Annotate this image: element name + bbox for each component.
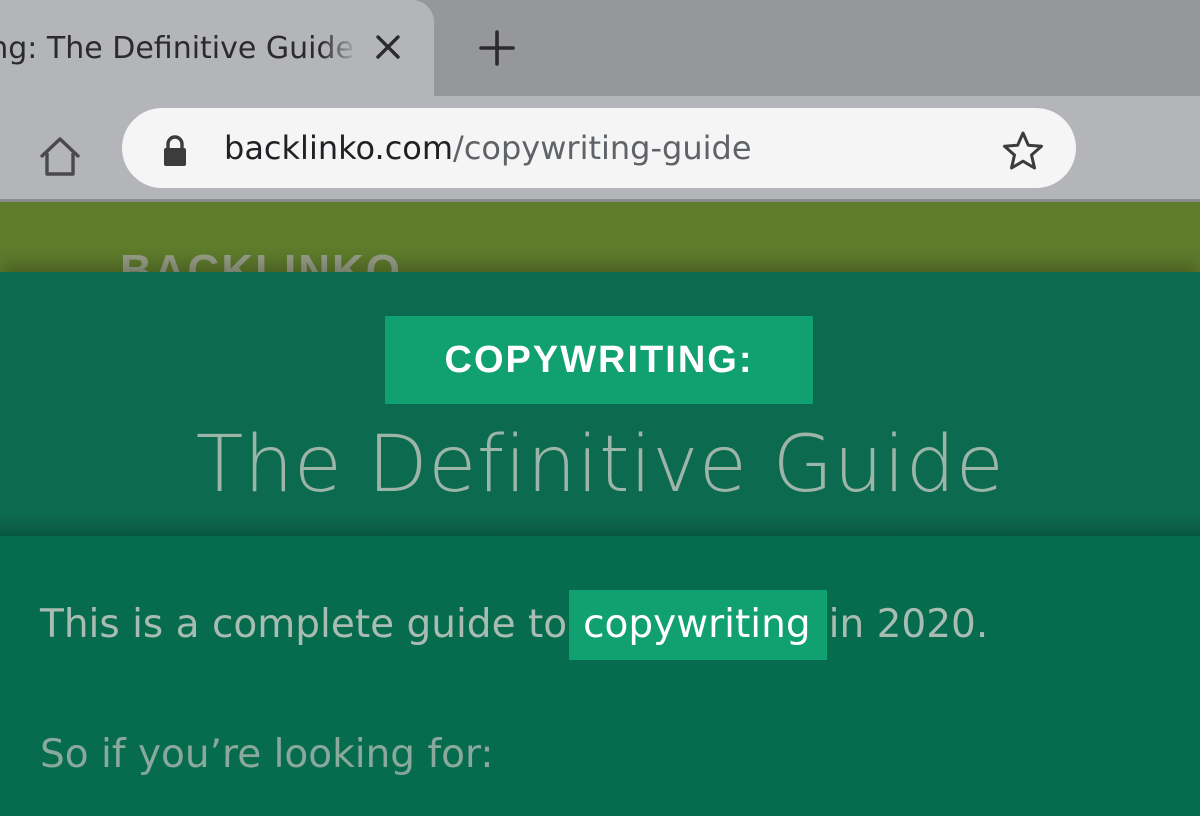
close-icon[interactable] [372, 30, 404, 64]
home-icon[interactable] [36, 134, 84, 180]
url-text[interactable]: backlinko.com/copywriting-guide [224, 124, 752, 172]
url-host: backlinko.com [224, 129, 454, 167]
site-header: BACKLINKO [0, 202, 1200, 274]
hero-shadow [0, 514, 1200, 538]
url-path: /copywriting-guide [453, 129, 752, 167]
intro-text-after: in 2020. [828, 602, 989, 647]
content-fade [0, 768, 1200, 816]
tab-title-fade [320, 26, 358, 72]
address-bar[interactable]: backlinko.com/copywriting-guide [122, 108, 1076, 188]
hero-badge-text: COPYWRITING: [444, 339, 754, 381]
lock-icon [162, 134, 188, 168]
browser-toolbar: backlinko.com/copywriting-guide [0, 96, 1200, 200]
article-body: This is a complete guide to copywriting in… [0, 536, 1200, 816]
plus-icon[interactable] [474, 26, 520, 70]
hero-banner: COPYWRITING: The Definitive Guide [0, 272, 1200, 534]
intro-paragraph: This is a complete guide to copywriting in… [40, 590, 988, 660]
tab-title: Copywriting: The Definitive Guide [0, 31, 354, 66]
page-title: The Definitive Guide [195, 420, 1005, 510]
highlighted-keyword: copywriting [569, 590, 827, 660]
site-logo[interactable]: BACKLINKO [120, 246, 402, 274]
active-tab[interactable]: Copywriting: The Definitive Guide [0, 0, 434, 104]
tab-strip: Copywriting: The Definitive Guide [0, 0, 1200, 104]
intro-text-before: This is a complete guide to [40, 602, 568, 647]
hero-badge: COPYWRITING: [385, 316, 813, 404]
star-icon[interactable] [1002, 130, 1044, 172]
